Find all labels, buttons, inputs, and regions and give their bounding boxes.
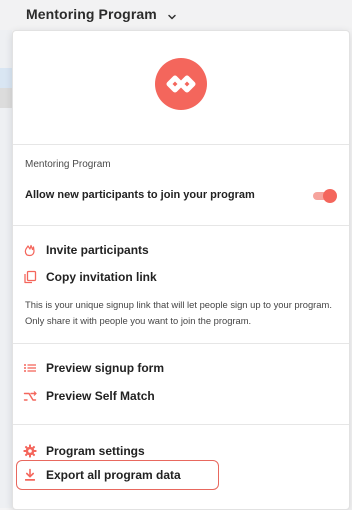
logo-section: [13, 31, 349, 144]
download-icon: [23, 468, 37, 482]
program-logo: [155, 58, 207, 110]
invite-participants-item[interactable]: Invite participants: [23, 241, 149, 259]
preview-signup-form-item[interactable]: Preview signup form: [23, 359, 164, 377]
program-switcher[interactable]: Mentoring Program: [26, 6, 177, 22]
program-settings-item[interactable]: Program settings: [23, 442, 145, 460]
waving-hand-icon: [23, 243, 37, 257]
background-page-edge: [0, 30, 12, 508]
divider: [13, 144, 349, 145]
chevron-down-icon: [167, 9, 177, 20]
preview-self-match-item[interactable]: Preview Self Match: [23, 387, 155, 405]
match-arrows-icon: [23, 389, 37, 403]
divider: [13, 343, 349, 344]
toggle-knob: [323, 189, 337, 203]
preview-self-match-label: Preview Self Match: [46, 389, 155, 403]
list-icon: [23, 361, 37, 375]
allow-new-participants-toggle[interactable]: [311, 189, 337, 203]
program-title: Mentoring Program: [26, 6, 157, 22]
signup-link-description: This is your unique signup link that wil…: [25, 299, 332, 326]
copy-icon: [23, 270, 37, 284]
export-all-program-data-label: Export all program data: [46, 468, 181, 482]
gear-icon: [23, 444, 37, 458]
section-label: Mentoring Program: [25, 159, 111, 170]
divider: [13, 424, 349, 425]
copy-invitation-link-item[interactable]: Copy invitation link: [23, 268, 157, 286]
background-row: [0, 88, 12, 108]
invite-participants-label: Invite participants: [46, 243, 149, 257]
program-menu-dropdown: Mentoring Program Allow new participants…: [12, 30, 350, 510]
top-bar: Mentoring Program: [0, 0, 352, 30]
preview-signup-form-label: Preview signup form: [46, 361, 165, 375]
copy-invitation-link-label: Copy invitation link: [46, 270, 157, 284]
export-all-program-data-item[interactable]: Export all program data: [23, 466, 181, 484]
allow-new-participants-row: Allow new participants to join your prog…: [25, 186, 337, 206]
allow-new-participants-label: Allow new participants to join your prog…: [25, 189, 255, 201]
divider: [13, 225, 349, 226]
program-settings-label: Program settings: [46, 444, 145, 458]
infinity-link-logo-icon: [166, 75, 196, 93]
